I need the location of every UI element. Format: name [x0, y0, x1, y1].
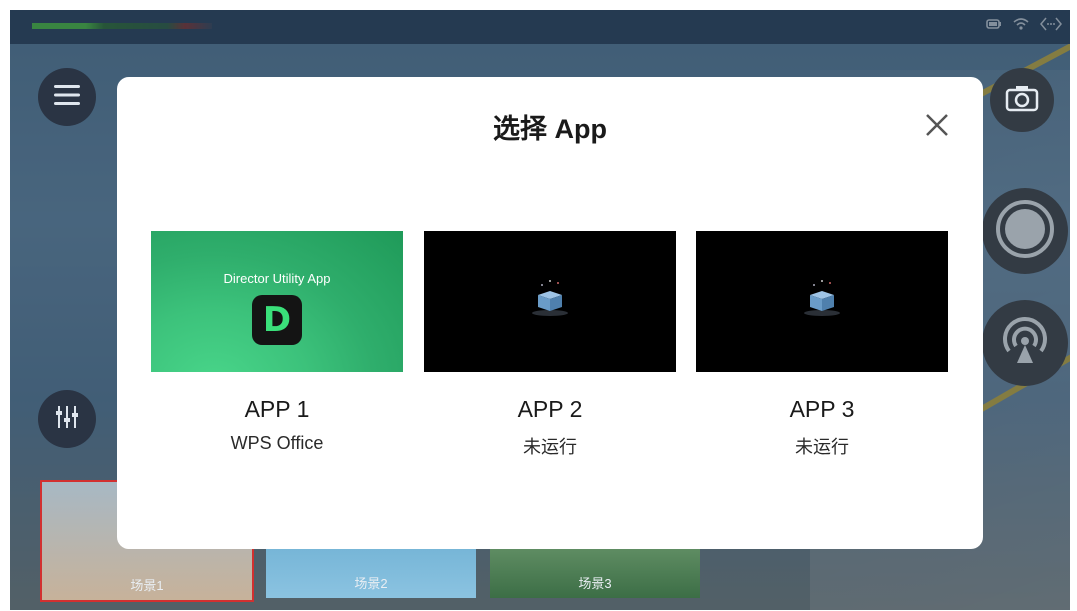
- app-name: APP 1: [244, 396, 310, 422]
- record-button[interactable]: [982, 188, 1068, 274]
- dialog-title: 选择 App: [493, 114, 607, 144]
- mixer-button[interactable]: [38, 390, 96, 448]
- mixer-icon: [53, 403, 81, 436]
- app-thumbnail: [696, 231, 948, 372]
- app-status: 未运行: [795, 437, 849, 457]
- live-stream-icon: [995, 311, 1055, 376]
- logo-letter: D: [262, 300, 292, 340]
- director-logo-icon: D: [252, 295, 302, 345]
- app-name: APP 3: [789, 396, 855, 422]
- menu-button[interactable]: [38, 68, 96, 126]
- app-card[interactable]: APP 3 未运行: [696, 231, 948, 459]
- snapshot-button[interactable]: [990, 68, 1054, 132]
- close-icon: [919, 114, 955, 147]
- app-card[interactable]: Director Utility App D APP 1 WPS Office: [151, 231, 403, 454]
- menu-icon: [54, 84, 80, 111]
- close-button[interactable]: [919, 107, 955, 143]
- app-status: WPS Office: [230, 433, 324, 453]
- app-status: 未运行: [523, 437, 577, 457]
- live-stream-button[interactable]: [982, 300, 1068, 386]
- scene-label: 场景2: [354, 576, 388, 591]
- empty-box-icon: [528, 277, 572, 321]
- app-card[interactable]: APP 2 未运行: [424, 231, 676, 459]
- select-app-dialog: 选择 App Director Utility App D APP 1 WPS …: [117, 77, 983, 549]
- camera-icon: [1005, 84, 1039, 117]
- app-thumbnail: [424, 231, 676, 372]
- scene-label: 场景1: [130, 578, 164, 593]
- app-thumbnail: Director Utility App D: [151, 231, 403, 372]
- app-name: APP 2: [517, 396, 583, 422]
- empty-box-icon: [800, 277, 844, 321]
- thumbnail-title: Director Utility App: [223, 271, 331, 286]
- record-icon: [995, 199, 1055, 264]
- scene-label: 场景3: [578, 576, 612, 591]
